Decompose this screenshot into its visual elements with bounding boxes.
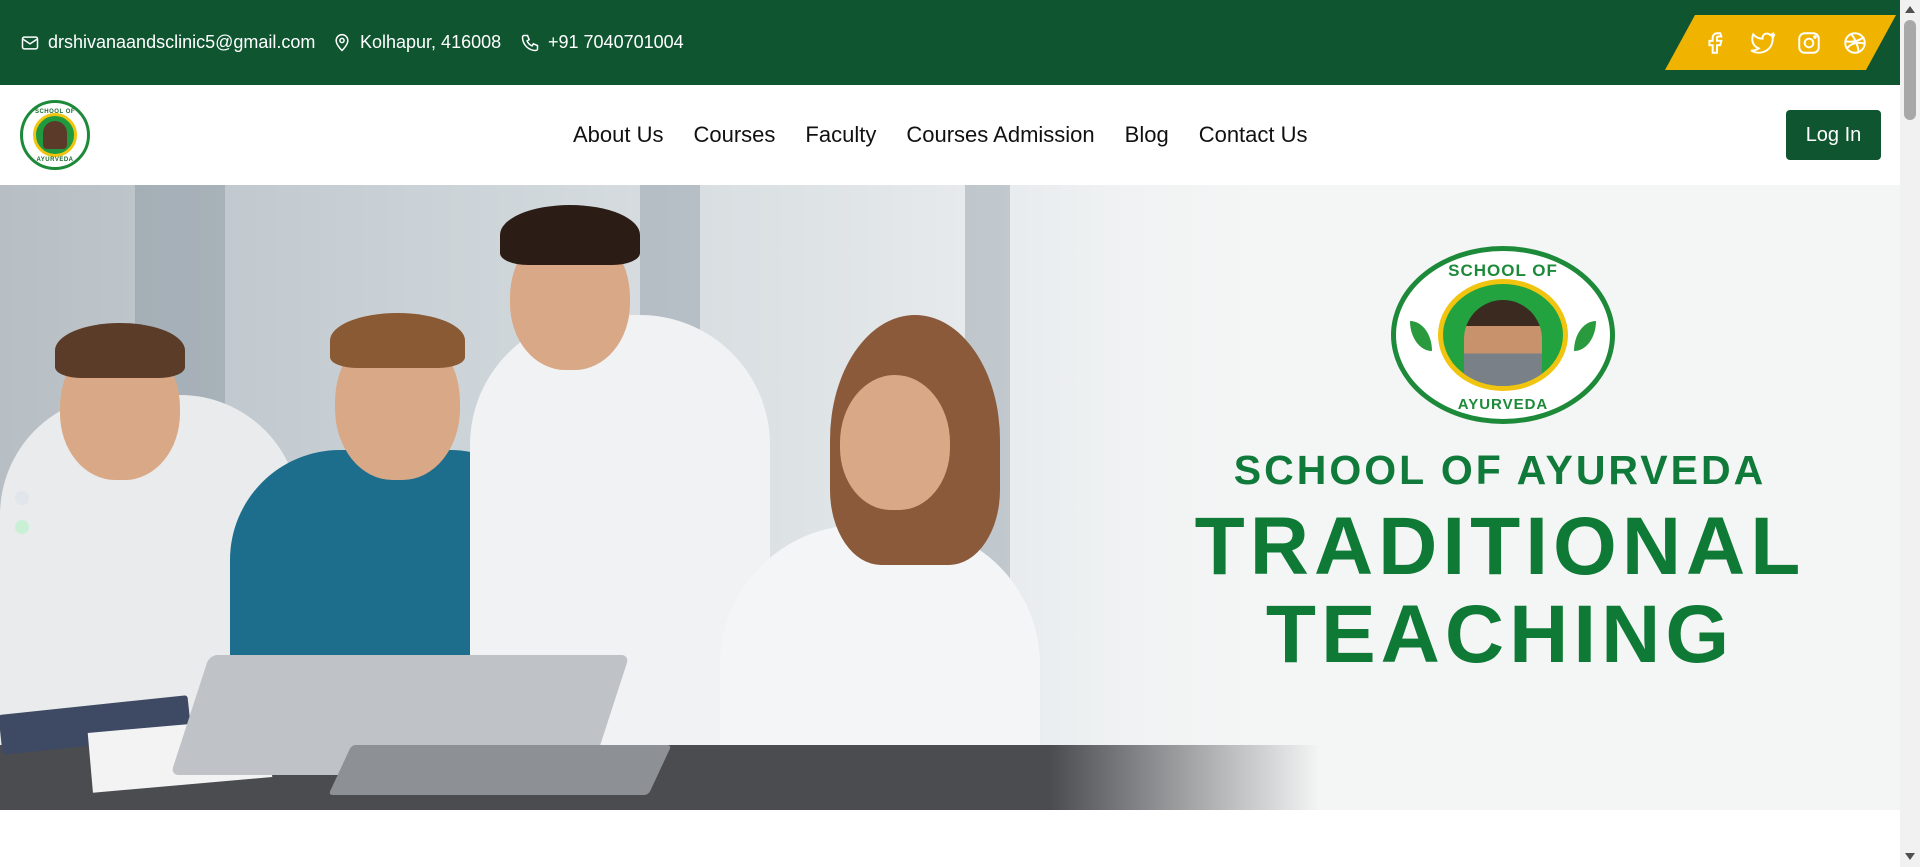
hero-logo-text-bottom: AYURVEDA [1457,396,1549,413]
phone-contact[interactable]: +91 7040701004 [520,0,684,85]
hero-logo-text-top: SCHOOL OF [1448,261,1558,280]
scroll-down-icon[interactable] [1905,853,1915,860]
hero-subtitle: SCHOOL OF AYURVEDA [1233,447,1767,493]
nav-item-courses[interactable]: Courses [694,122,776,148]
person-left-hair [55,323,185,378]
logo-text-bottom: AYURVEDA [36,157,74,163]
logo-text-top: SCHOOL OF [34,109,76,115]
scrollbar-thumb[interactable] [1904,20,1916,120]
laptop-base [328,745,672,795]
hero-logo: SCHOOL OF AYURVEDA [1390,245,1616,425]
location-text: Kolhapur, 416008 [360,32,502,52]
hero-photo [0,185,1320,810]
email-contact[interactable]: drshivanaandsclinic5@gmail.com [20,0,315,85]
hero-title-line1: TRADITIONAL [1194,501,1806,592]
mail-icon [21,35,39,50]
person-doctor-hair [500,205,640,265]
dribbble-icon[interactable] [1842,30,1868,56]
hero-title-line2: TEACHING [1265,589,1735,680]
logo-portrait [43,121,67,149]
scroll-up-icon[interactable] [1905,6,1915,13]
nav-menu: About Us Courses Faculty Courses Admissi… [573,85,1308,185]
page-scrollbar[interactable] [1900,0,1920,867]
carousel-dot-2[interactable] [15,520,29,534]
phone-text: +91 7040701004 [548,32,684,52]
nav-item-blog[interactable]: Blog [1125,122,1169,148]
facebook-icon[interactable] [1704,30,1730,56]
hero-logo-emblem: SCHOOL OF AYURVEDA [1391,246,1615,424]
instagram-icon[interactable] [1796,30,1822,56]
twitter-icon[interactable] [1750,30,1776,56]
location-contact: Kolhapur, 416008 [332,0,501,85]
phone-icon [521,34,539,51]
main-navbar: SCHOOL OF AYURVEDA About Us Courses Facu… [0,85,1900,185]
person-right-head [840,375,950,510]
person-scrubs-hair [330,313,465,368]
email-text: drshivanaandsclinic5@gmail.com [48,32,316,52]
hero-logo-portrait [1464,300,1542,386]
hero-banner: SCHOOL OF AYURVEDA SCHOOL OF AYURVEDA TR… [0,185,1900,810]
site-logo[interactable]: SCHOOL OF AYURVEDA [20,100,90,170]
map-pin-icon [335,33,349,52]
leaf-left-icon [1410,321,1432,351]
social-links [1665,15,1896,70]
nav-item-courses-admission[interactable]: Courses Admission [906,122,1094,148]
top-contact-bar: drshivanaandsclinic5@gmail.com Kolhapur,… [0,0,1900,85]
nav-item-about-us[interactable]: About Us [573,122,664,148]
leaf-right-icon [1574,321,1596,351]
login-button[interactable]: Log In [1786,110,1881,160]
nav-item-contact-us[interactable]: Contact Us [1199,122,1308,148]
carousel-dot-1[interactable] [15,491,29,505]
hero-logo-ring [1438,279,1568,391]
photo-fade [1050,185,1320,810]
logo-portrait-ring [33,113,77,157]
page: drshivanaandsclinic5@gmail.com Kolhapur,… [0,0,1920,867]
nav-item-faculty[interactable]: Faculty [805,122,876,148]
